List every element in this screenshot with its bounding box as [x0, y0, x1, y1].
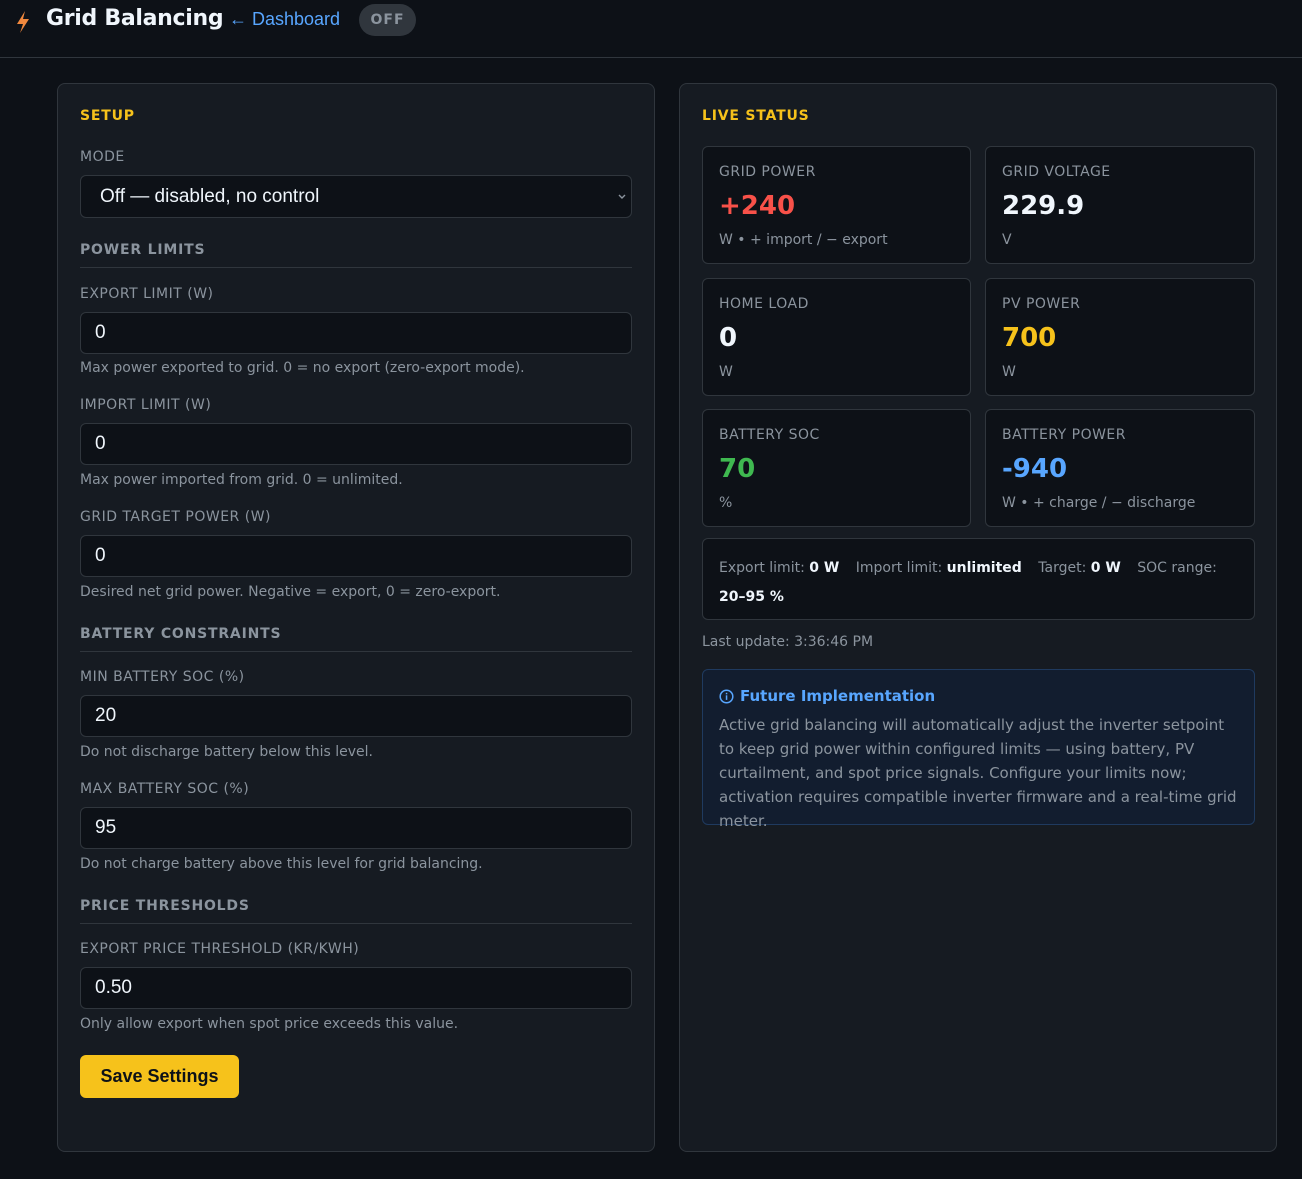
- import-limit-input[interactable]: [80, 423, 632, 465]
- target-summary-label: Target:: [1038, 560, 1087, 576]
- last-update-text: Last update: 3:36:46 PM: [702, 634, 874, 650]
- chevron-down-icon: [618, 194, 626, 199]
- home-load-card: HOME LOAD 0 W: [702, 278, 971, 396]
- grid-power-value: +240: [719, 191, 796, 221]
- max-soc-label: MAX BATTERY SOC (%): [80, 781, 250, 797]
- export-limit-label: EXPORT LIMIT (W): [80, 286, 214, 302]
- battery-soc-value: 70: [719, 454, 756, 484]
- pv-power-value: 700: [1002, 323, 1057, 353]
- grid-power-card: GRID POWER +240 W • + import / − export: [702, 146, 971, 264]
- export-limit-hint: Max power exported to grid. 0 = no expor…: [80, 360, 525, 376]
- home-load-label: HOME LOAD: [719, 296, 809, 312]
- page-title: Grid Balancing: [46, 6, 224, 31]
- min-soc-hint: Do not discharge battery below this leve…: [80, 744, 373, 760]
- grid-power-label: GRID POWER: [719, 164, 816, 180]
- setup-title: SETUP: [80, 108, 135, 124]
- status-badge: OFF: [359, 4, 416, 36]
- battery-power-label: BATTERY POWER: [1002, 427, 1127, 443]
- power-limits-heading: POWER LIMITS: [80, 242, 632, 268]
- grid-target-input[interactable]: [80, 535, 632, 577]
- max-soc-input[interactable]: [80, 807, 632, 849]
- battery-soc-unit: %: [719, 495, 733, 511]
- battery-constraints-heading: BATTERY CONSTRAINTS: [80, 626, 632, 652]
- export-price-hint: Only allow export when spot price exceed…: [80, 1016, 459, 1032]
- save-settings-button[interactable]: Save Settings: [80, 1055, 239, 1098]
- battery-soc-card: BATTERY SOC 70 %: [702, 409, 971, 527]
- export-price-input[interactable]: [80, 967, 632, 1009]
- import-limit-label: IMPORT LIMIT (W): [80, 397, 212, 413]
- grid-voltage-unit: V: [1002, 232, 1012, 248]
- top-bar: Grid Balancing ← Dashboard OFF: [0, 0, 1302, 58]
- mode-select[interactable]: Off — disabled, no control: [80, 175, 632, 218]
- export-price-label: EXPORT PRICE THRESHOLD (KR/KWH): [80, 941, 360, 957]
- import-limit-hint: Max power imported from grid. 0 = unlimi…: [80, 472, 403, 488]
- import-limit-summary-label: Import limit:: [855, 560, 943, 576]
- battery-power-unit: W • + charge / − discharge: [1002, 495, 1196, 511]
- import-limit-summary-value: unlimited: [946, 560, 1022, 576]
- export-limit-summary-label: Export limit:: [719, 560, 805, 576]
- live-status-panel: LIVE STATUS GRID POWER +240 W • + import…: [679, 83, 1277, 1152]
- grid-voltage-label: GRID VOLTAGE: [1002, 164, 1111, 180]
- grid-voltage-card: GRID VOLTAGE 229.9 V: [985, 146, 1255, 264]
- mode-selected-value: Off — disabled, no control: [100, 185, 320, 207]
- pv-power-unit: W: [1002, 364, 1016, 380]
- mode-label: MODE: [80, 149, 125, 165]
- info-icon: [719, 688, 734, 704]
- setup-panel: SETUP MODE Off — disabled, no control PO…: [57, 83, 655, 1152]
- pv-power-label: PV POWER: [1002, 296, 1081, 312]
- soc-range-summary-label: SOC range:: [1137, 560, 1217, 576]
- battery-power-value: -940: [1002, 454, 1068, 484]
- lightning-bolt-icon: [17, 11, 29, 33]
- max-soc-hint: Do not charge battery above this level f…: [80, 856, 483, 872]
- min-soc-input[interactable]: [80, 695, 632, 737]
- min-soc-label: MIN BATTERY SOC (%): [80, 669, 245, 685]
- battery-soc-label: BATTERY SOC: [719, 427, 820, 443]
- notice-title: Future Implementation: [719, 687, 935, 705]
- grid-target-hint: Desired net grid power. Negative = expor…: [80, 584, 501, 600]
- home-load-unit: W: [719, 364, 733, 380]
- dashboard-back-link[interactable]: ← Dashboard: [229, 9, 340, 30]
- export-limit-input[interactable]: [80, 312, 632, 354]
- limits-summary: Export limit: 0 W Import limit: unlimite…: [702, 538, 1255, 620]
- export-limit-summary-value: 0 W: [809, 560, 840, 576]
- live-status-title: LIVE STATUS: [702, 108, 810, 124]
- home-load-value: 0: [719, 323, 738, 353]
- pv-power-card: PV POWER 700 W: [985, 278, 1255, 396]
- grid-target-label: GRID TARGET POWER (W): [80, 509, 271, 525]
- soc-range-summary-value: 20–95 %: [719, 589, 784, 605]
- notice-body: Active grid balancing will automatically…: [719, 716, 1237, 830]
- grid-power-unit: W • + import / − export: [719, 232, 888, 248]
- battery-power-card: BATTERY POWER -940 W • + charge / − disc…: [985, 409, 1255, 527]
- target-summary-value: 0 W: [1090, 560, 1121, 576]
- notice-title-text: Future Implementation: [740, 687, 936, 705]
- price-thresholds-heading: PRICE THRESHOLDS: [80, 898, 632, 924]
- future-implementation-notice: Future Implementation Active grid balanc…: [702, 669, 1255, 830]
- grid-voltage-value: 229.9: [1002, 191, 1085, 221]
